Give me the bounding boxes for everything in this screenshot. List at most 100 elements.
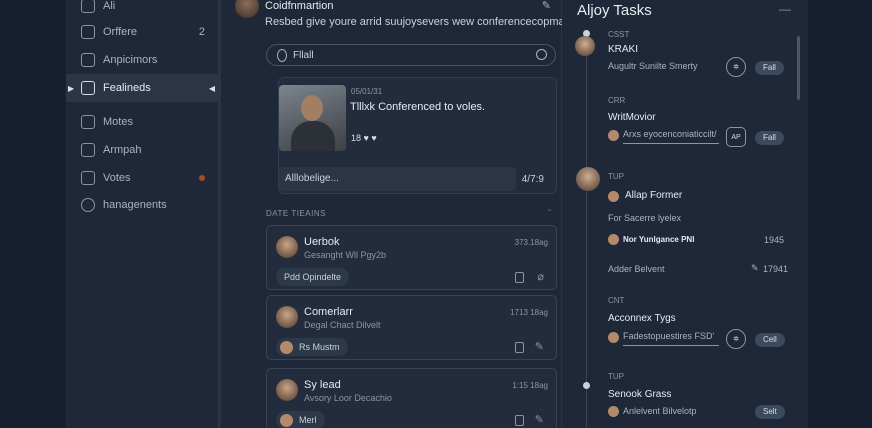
mic-icon [277, 48, 287, 62]
task-tag: CRR [608, 96, 626, 105]
folder-icon [81, 53, 95, 67]
search-icon[interactable] [536, 49, 547, 60]
file-icon[interactable] [515, 272, 524, 283]
file-icon[interactable] [515, 415, 524, 426]
item-tag[interactable]: Rs Mustm [276, 338, 348, 356]
reactions[interactable]: 18 ♥ ♥ [351, 133, 377, 143]
task-name: Senook Grass [608, 389, 672, 400]
avatar [608, 191, 619, 202]
task-footer-count: 17941 [763, 264, 789, 274]
sidebar-item-armpah[interactable]: Armpah [66, 136, 219, 164]
item-time: 1:15 18ag [512, 381, 548, 390]
checkbox[interactable]: ✲ [726, 57, 746, 77]
timeline-node [583, 382, 590, 389]
sidebar-item-label: Ali [103, 0, 116, 12]
sidebar-item-applications[interactable]: Anpicimors [66, 46, 219, 74]
settings-icon [81, 198, 95, 212]
status-badge[interactable]: Selt [755, 405, 785, 419]
task-tag: CSST [608, 30, 630, 39]
checkbox[interactable]: AP [726, 127, 746, 147]
item-name: Comerlarr [304, 306, 353, 318]
section-header: DATE TIEAINS [266, 209, 326, 218]
sidebar-item-label: Armpah [103, 144, 142, 156]
avatar [276, 379, 298, 401]
task-tag: CNT [608, 296, 625, 305]
list-item[interactable]: Comerlarr Degal Chact Dilvelt 1713 18ag … [266, 295, 557, 360]
item-subtitle: Avsory Loor Decachio [304, 393, 392, 403]
chevron-up-icon[interactable]: ⌃ [546, 208, 553, 217]
avatar [608, 406, 619, 417]
sidebar-item-label: Anpicimors [103, 54, 158, 66]
search-placeholder: Fllall [293, 49, 314, 61]
list-item[interactable]: Sy lead Avsory Loor Decachio 1:15 18ag M… [266, 368, 557, 428]
checkbox[interactable]: ✲ [726, 329, 746, 349]
task-tag: TUP [608, 172, 624, 181]
status-badge[interactable]: Fall [755, 131, 784, 145]
avatar [276, 306, 298, 328]
task-sub: Fadestopuestires FSD' [623, 331, 715, 341]
task-sub: Arxs eyocenconiaticcilt/ [623, 129, 717, 139]
timeline-line [586, 30, 587, 428]
divider [623, 345, 719, 346]
item-tag[interactable]: Pdd Opindelte [276, 268, 350, 286]
attach-icon[interactable]: ⌀ [537, 270, 544, 283]
item-subtitle: Degal Chact Dilvelt [304, 320, 381, 330]
item-name: Sy lead [304, 379, 341, 391]
task-footer: Adder Belvent [608, 264, 665, 274]
message-title: Tlllxk Conferenced to voles. [350, 101, 486, 113]
chat-title: Coidfnmartion [265, 0, 334, 12]
search-input[interactable]: Fllall [266, 44, 556, 66]
chat-panel: Coidfnmartion Resbed give youre arrid su… [219, 0, 590, 428]
profile-photo [279, 85, 346, 151]
chevron-left-icon: ◀ [208, 83, 215, 93]
file-icon[interactable] [515, 342, 524, 353]
message-timestamp: 05/01/31 [351, 87, 383, 96]
scrollbar[interactable] [797, 36, 800, 100]
featured-message[interactable]: 05/01/31 Tlllxk Conferenced to voles. 18… [278, 77, 557, 194]
avatar [576, 167, 600, 191]
reply-input[interactable]: Alllobelige... [279, 167, 516, 191]
status-badge[interactable]: Cell [755, 333, 785, 347]
sidebar-item-label: Orffere [103, 26, 138, 38]
edit-icon[interactable]: ✎ [535, 340, 544, 353]
item-time: 1713 18ag [510, 308, 548, 317]
sidebar-item-votes[interactable]: Votes [66, 164, 219, 192]
list-item[interactable]: Uerbok Gesanght Wll Pgy2b 373.18ag Pdd O… [266, 225, 557, 290]
edit-icon[interactable]: ✎ [535, 413, 544, 426]
avatar [280, 413, 293, 427]
minimize-icon[interactable]: — [779, 2, 791, 16]
sidebar-item-motes[interactable]: Motes [66, 108, 219, 136]
sidebar-item-label: Fealineds [103, 82, 151, 94]
item-tag[interactable]: Merl [276, 411, 325, 428]
task-name: KRAKI [608, 44, 639, 55]
edit-icon[interactable]: ✎ [542, 0, 551, 12]
count-badge: 2 [198, 26, 205, 38]
window-left-edge [0, 0, 66, 428]
avatar [575, 36, 595, 56]
task-sub: Anlelvent Bilvelotp [623, 406, 697, 416]
task-name: Acconnex Tygs [608, 313, 676, 324]
task-sub: For Sacerre lyelex [608, 213, 682, 223]
features-icon [81, 81, 95, 95]
avatar [608, 130, 619, 141]
sidebar-item-label: Votes [103, 172, 131, 184]
sidebar-item-features[interactable]: ▶ Fealineds ◀ [66, 74, 219, 102]
window-right-edge [808, 0, 872, 428]
all-icon [81, 0, 95, 13]
avatar [276, 236, 298, 258]
sidebar-item-all[interactable]: Ali [66, 0, 219, 20]
avatar[interactable] [235, 0, 259, 18]
avatar [280, 340, 293, 354]
chart-icon [81, 143, 95, 157]
panel-title: Aljoy Tasks [577, 2, 652, 19]
item-subtitle: Gesanght Wll Pgy2b [304, 250, 387, 260]
avatar [608, 332, 619, 343]
notification-dot [199, 175, 205, 181]
edit-icon[interactable]: ✎ [751, 263, 759, 274]
sidebar: Ali Orffere 2 Anpicimors ▶ Fealineds ◀ M… [66, 0, 219, 428]
sidebar-item-managements[interactable]: hanagenents [66, 191, 219, 219]
task-name: WritMovior [608, 112, 656, 123]
status-badge[interactable]: Fall [755, 61, 784, 75]
sidebar-item-offers[interactable]: Orffere 2 [66, 18, 219, 46]
notes-icon [81, 115, 95, 129]
